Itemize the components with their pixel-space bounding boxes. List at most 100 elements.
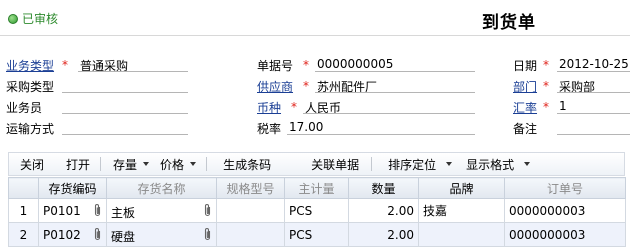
salesman-input[interactable] — [62, 97, 188, 114]
column-header-order-no[interactable]: 订单号 — [504, 177, 626, 199]
approved-status-icon — [8, 13, 18, 24]
salesman-field: 业务员 — [6, 97, 206, 115]
price-dropdown-label: 价格 — [160, 157, 185, 172]
table-row[interactable]: 2 P0102 硬盘 PCS 2.00 0000000003 — [8, 222, 626, 247]
required-marker: * — [543, 100, 549, 114]
column-header-code[interactable]: 存货编码 — [38, 177, 107, 199]
close-button[interactable]: 关闭 — [20, 153, 44, 175]
chevron-down-icon — [143, 162, 150, 166]
chevron-down-icon — [446, 162, 453, 166]
open-button[interactable]: 打开 — [66, 153, 90, 175]
detail-grid: 存货编码 存货名称 规格型号 主计量 数量 品牌 订单号 1 P0101 主板 … — [8, 177, 626, 247]
toolbar-divider — [371, 157, 373, 171]
purchase-type-label: 采购类型 — [6, 80, 55, 94]
inventory-dropdown-label: 存量 — [113, 157, 138, 172]
title-divider — [0, 35, 630, 36]
column-header-quantity[interactable]: 数量 — [348, 177, 419, 199]
row-number: 1 — [8, 198, 39, 223]
tax-rate-label: 税率 — [257, 122, 282, 136]
quantity-cell[interactable]: 2.00 — [348, 222, 419, 247]
display-format-dropdown-label: 显示格式 — [466, 157, 515, 172]
toolbar-divider — [100, 157, 102, 171]
inventory-name-cell[interactable]: 主板 — [106, 198, 217, 223]
paperclip-icon[interactable] — [203, 203, 212, 217]
table-row[interactable]: 1 P0101 主板 PCS 2.00 技嘉 0000000003 — [8, 198, 626, 223]
row-number: 2 — [8, 222, 39, 247]
spec-cell[interactable] — [216, 198, 285, 223]
shipping-label: 运输方式 — [6, 122, 55, 136]
supplier-input[interactable]: 苏州配件厂 — [315, 76, 475, 93]
brand-cell[interactable]: 技嘉 — [418, 198, 505, 223]
required-marker: * — [543, 79, 549, 93]
department-input[interactable]: 采购部 — [557, 76, 630, 93]
tax-rate-field: 税率 17.00 — [257, 118, 475, 136]
remark-input[interactable] — [557, 118, 630, 135]
inventory-name-cell[interactable]: 硬盘 — [106, 222, 217, 247]
sort-locate-dropdown[interactable]: 排序定位 — [388, 153, 453, 175]
business-type-input[interactable]: 普通采购 — [78, 55, 188, 72]
remark-field: 备注 — [513, 118, 630, 136]
generate-barcode-button[interactable]: 生成条码 — [223, 153, 271, 175]
column-header-brand[interactable]: 品牌 — [418, 177, 505, 199]
paperclip-icon[interactable] — [203, 227, 212, 241]
inventory-code-cell[interactable]: P0101 — [38, 198, 107, 223]
display-format-dropdown[interactable]: 显示格式 — [466, 153, 531, 175]
required-marker: * — [303, 79, 309, 93]
department-field: 部门 * 采购部 — [513, 76, 630, 94]
brand-cell[interactable] — [418, 222, 505, 247]
exchange-rate-label[interactable]: 汇率 — [513, 99, 537, 116]
shipping-input[interactable] — [62, 118, 188, 135]
purchase-type-field: 采购类型 — [6, 76, 206, 94]
salesman-label: 业务员 — [6, 101, 43, 115]
doc-no-input[interactable]: 0000000005 — [315, 55, 475, 72]
inventory-code-cell[interactable]: P0102 — [38, 222, 107, 247]
related-docs-button[interactable]: 关联单据 — [311, 153, 359, 175]
required-marker: * — [62, 58, 68, 72]
inventory-name-text: 硬盘 — [111, 230, 136, 244]
shipping-field: 运输方式 — [6, 118, 206, 136]
quantity-cell[interactable]: 2.00 — [348, 198, 419, 223]
supplier-label[interactable]: 供应商 — [257, 78, 293, 95]
order-no-cell[interactable]: 0000000003 — [504, 198, 626, 223]
toolbar-divider — [206, 157, 208, 171]
date-field: 日期 * 2012-10-25 — [513, 55, 630, 73]
sort-locate-dropdown-label: 排序定位 — [388, 157, 437, 172]
date-label: 日期 — [513, 59, 538, 73]
business-type-label[interactable]: 业务类型 — [6, 57, 54, 74]
date-input[interactable]: 2012-10-25 — [557, 55, 630, 72]
page-title: 到货单 — [482, 13, 536, 33]
inventory-name-text: 主板 — [111, 206, 136, 220]
required-marker: * — [543, 58, 549, 72]
chevron-down-icon — [524, 162, 531, 166]
grid-header-row: 存货编码 存货名称 规格型号 主计量 数量 品牌 订单号 — [8, 177, 626, 199]
department-label[interactable]: 部门 — [513, 78, 537, 95]
inventory-code-text: P0102 — [43, 228, 81, 242]
currency-input[interactable]: 人民币 — [303, 97, 475, 114]
unit-cell[interactable]: PCS — [284, 222, 349, 247]
business-type-field: 业务类型 * 普通采购 — [6, 55, 206, 73]
remark-label: 备注 — [513, 122, 538, 136]
paperclip-icon[interactable] — [93, 203, 102, 217]
doc-no-label: 单据号 — [257, 59, 294, 73]
row-number-header — [8, 177, 39, 199]
approval-status: 已审核 — [8, 10, 58, 27]
currency-field: 币种 * 人民币 — [257, 97, 475, 116]
column-header-spec[interactable]: 规格型号 — [216, 177, 285, 199]
price-dropdown[interactable]: 价格 — [160, 153, 197, 175]
column-header-name[interactable]: 存货名称 — [106, 177, 217, 199]
spec-cell[interactable] — [216, 222, 285, 247]
unit-cell[interactable]: PCS — [284, 198, 349, 223]
currency-label[interactable]: 币种 — [257, 99, 281, 116]
tax-rate-input[interactable]: 17.00 — [287, 118, 475, 135]
paperclip-icon[interactable] — [93, 227, 102, 241]
chevron-down-icon — [190, 162, 197, 166]
grid-toolbar: 关闭 打开 存量 价格 生成条码 关联单据 排序定位 显示格式 — [8, 152, 625, 176]
order-no-cell[interactable]: 0000000003 — [504, 222, 626, 247]
supplier-field: 供应商 * 苏州配件厂 — [257, 76, 475, 95]
column-header-unit[interactable]: 主计量 — [284, 177, 349, 199]
inventory-dropdown[interactable]: 存量 — [113, 153, 150, 175]
required-marker: * — [291, 100, 297, 114]
purchase-type-input[interactable] — [62, 76, 188, 93]
doc-no-field: 单据号 * 0000000005 — [257, 55, 475, 73]
exchange-rate-input[interactable]: 1 — [557, 97, 630, 114]
